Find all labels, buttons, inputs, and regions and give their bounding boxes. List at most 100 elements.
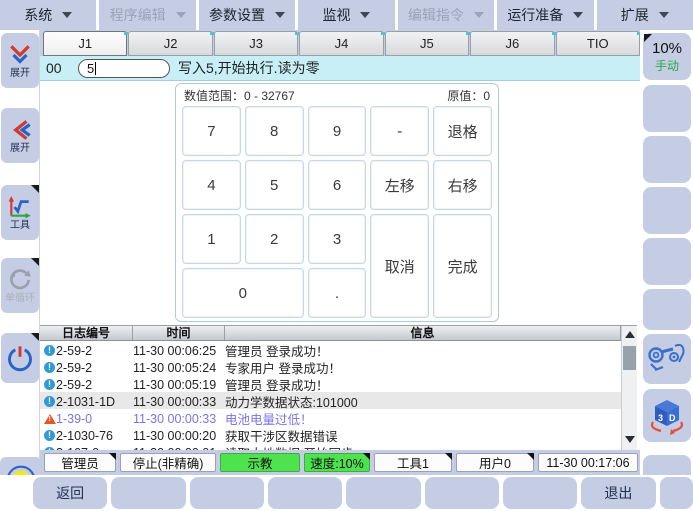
tab-j1[interactable]: J1 [43,31,127,56]
soft-key-6[interactable] [425,477,499,509]
menu-label: 运行准备 [507,5,563,25]
soft-key-4[interactable] [268,477,342,509]
menu-system[interactable]: 系统 [0,0,96,30]
3d-view-button[interactable]: 3 D [643,389,691,442]
joint-tab-bar: J1 J2 J3 J4 J5 J6 TIO [40,30,640,56]
key-4[interactable]: 4 [182,160,241,210]
keypad-grid: 7 8 9 - 退格 4 5 6 左移 右移 1 2 3 取消 完成 0 . [182,106,492,318]
tab-label: J5 [420,36,434,51]
key-6[interactable]: 6 [308,160,367,210]
info-icon: ! [44,345,55,356]
tab-j2[interactable]: J2 [128,31,212,56]
tab-label: J4 [335,36,349,51]
svg-text:3: 3 [658,413,663,423]
log-table-header: 日志编号 时间 信息 [40,326,637,341]
single-cycle-icon [7,267,33,293]
right-soft-key-partial[interactable] [643,455,691,475]
right-soft-key-2[interactable] [643,85,691,132]
jog-speed-button[interactable]: 10% 手动 [643,33,691,80]
soft-key-7[interactable] [503,477,577,509]
log-id: 1-39-0 [56,412,133,426]
expand-left-button[interactable]: 展开 [1,108,39,163]
right-soft-key-4[interactable] [643,187,691,234]
tab-j5[interactable]: J5 [385,31,469,56]
menu-parameter-settings[interactable]: 参数设置 [199,0,295,30]
log-row-partial[interactable]: ! 2-107-0 11-30 00:00:01 读取本地数据,开始同步 [40,443,621,450]
key-5[interactable]: 5 [245,160,304,210]
status-user-frame[interactable]: 用户0 [456,453,534,472]
tab-tio[interactable]: TIO [556,31,640,56]
key-done[interactable]: 完成 [433,214,492,318]
key-9[interactable]: 9 [308,106,367,156]
soft-key-9[interactable] [660,477,693,509]
double-chevron-down-icon [7,42,33,68]
key-move-left[interactable]: 左移 [370,160,429,210]
expand-down-button[interactable]: 展开 [1,33,39,88]
log-row[interactable]: ! 2-59-2 11-30 00:05:19 管理员 登录成功！ [40,375,621,392]
value-input[interactable]: 5 [78,59,170,78]
key-0[interactable]: 0 [182,268,304,318]
status-mode-label: 示教 [247,453,272,472]
log-time: 11-30 00:06:25 [133,344,225,358]
log-row[interactable]: 1-39-0 11-30 00:00:33 电池电量过低！ [40,409,621,426]
key-dot[interactable]: . [308,268,367,318]
tool-axes-icon [7,194,33,220]
tab-j4[interactable]: J4 [299,31,383,56]
log-table: 日志编号 时间 信息 ! 2-59-2 11-30 00:06:25 管理员 登… [40,325,637,450]
soft-key-2[interactable] [111,477,185,509]
exit-label: 退出 [604,483,632,503]
key-1[interactable]: 1 [182,214,241,264]
tab-j3[interactable]: J3 [214,31,298,56]
status-motion-label: 停止(非精确) [133,453,204,472]
right-soft-key-6[interactable] [643,289,691,330]
log-time: 11-30 00:00:33 [133,395,225,409]
scroll-up-icon[interactable] [625,331,635,338]
status-speed-badge[interactable]: 速度:10% [304,453,370,472]
soft-key-5[interactable] [346,477,420,509]
chevron-down-icon [474,12,484,18]
log-header-info: 信息 [225,326,621,340]
key-7[interactable]: 7 [182,106,241,156]
tab-j6[interactable]: J6 [470,31,554,56]
key-minus[interactable]: - [370,106,429,156]
key-cancel[interactable]: 取消 [370,214,429,318]
scrollbar-thumb[interactable] [623,346,636,370]
right-panel: 10% 手动 3 D [640,30,693,475]
tool-coordinate-button[interactable]: 工具 [1,185,39,240]
key-backspace[interactable]: 退格 [433,106,492,156]
exit-button[interactable]: 退出 [581,477,655,509]
back-button[interactable]: 返回 [33,477,107,509]
drag-teach-button[interactable] [643,334,691,384]
chevron-down-icon [62,12,72,18]
status-tool[interactable]: 工具1 [374,453,452,472]
menu-monitor[interactable]: 监视 [298,0,394,30]
key-8[interactable]: 8 [245,106,304,156]
tab-label: J3 [249,36,263,51]
status-user-label: 管理员 [61,453,99,472]
log-row[interactable]: ! 2-59-2 11-30 00:05:24 专家用户 登录成功！ [40,358,621,375]
log-scrollbar[interactable] [621,326,637,450]
menu-run-prepare[interactable]: 运行准备 [497,0,593,30]
left-sidebar: 展开 展开 工具 单循环 [0,30,40,475]
key-3[interactable]: 3 [308,214,367,264]
right-soft-key-5[interactable] [643,238,691,285]
log-row[interactable]: ! 2-59-2 11-30 00:06:25 管理员 登录成功！ [40,341,621,358]
log-time: 11-30 00:00:33 [133,412,225,426]
input-value-text: 5 [87,61,94,76]
log-id: 2-1031-1D [56,395,133,409]
scroll-down-icon[interactable] [625,436,635,443]
expand-left-label: 展开 [10,143,30,154]
status-speed-label: 速度:10% [310,453,364,472]
log-row[interactable]: ! 2-1031-1D 11-30 00:00:33 动力学数据状态:10100… [40,392,621,409]
soft-key-3[interactable] [190,477,264,509]
power-button[interactable] [1,333,39,383]
status-user[interactable]: 管理员 [44,453,116,472]
menu-extension[interactable]: 扩展 [597,0,693,30]
right-soft-key-3[interactable] [643,136,691,183]
menu-edit-instruction: 编辑指令 [398,0,494,30]
key-move-right[interactable]: 右移 [433,160,492,210]
info-icon: ! [44,396,55,407]
log-row[interactable]: ! 2-1030-76 11-30 00:00:20 获取干涉区数据错误 [40,426,621,443]
menu-label: 系统 [24,5,52,25]
key-2[interactable]: 2 [245,214,304,264]
